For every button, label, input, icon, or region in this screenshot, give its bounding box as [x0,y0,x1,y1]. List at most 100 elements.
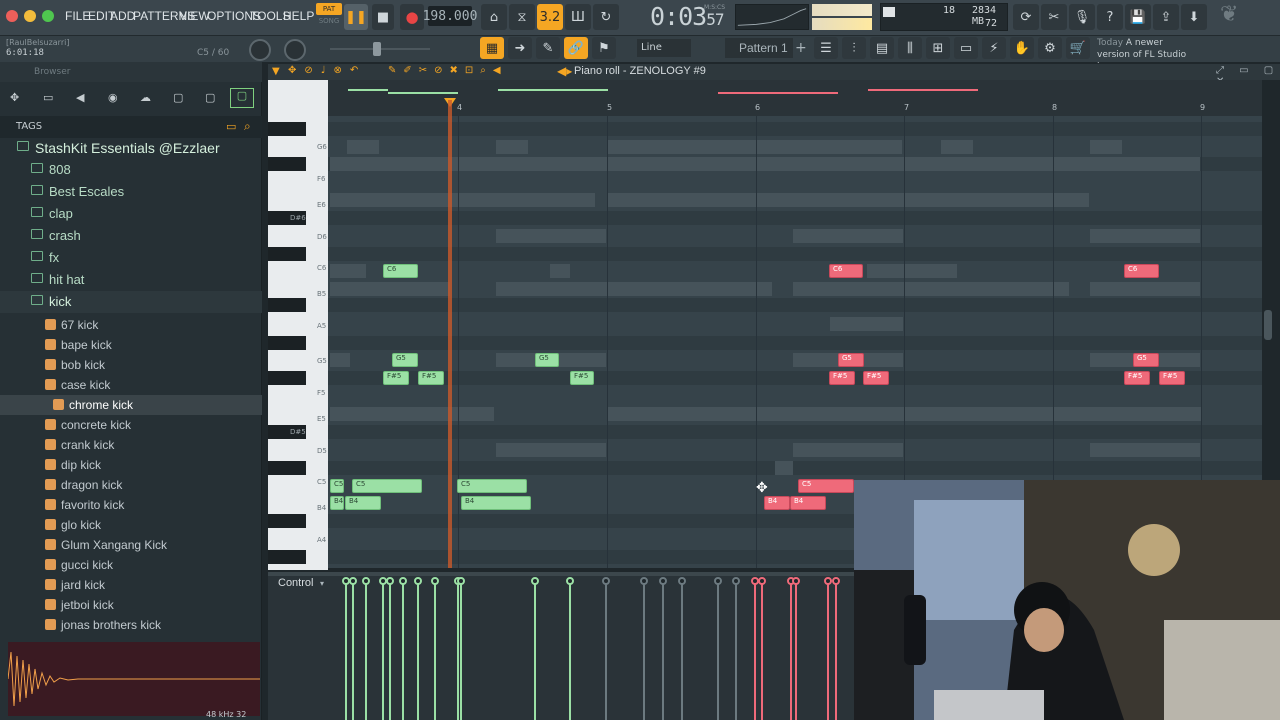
chevron-down-icon[interactable]: ▾ [320,579,324,588]
note[interactable]: B4 [330,496,344,510]
pat-song-toggle[interactable]: PAT SONG [316,3,342,31]
piano-roll-menu-icon[interactable]: ▼ [272,66,280,77]
file-item-selected[interactable]: chrome kick [0,395,262,415]
velocity-stems[interactable] [328,576,854,720]
vertical-scrollbar[interactable] [1264,310,1272,340]
folder-kick[interactable]: kick [0,291,262,313]
globe-icon[interactable]: ◉ [108,91,118,104]
glide-button[interactable]: ✎ [536,37,560,59]
note-selected[interactable]: G5 [1133,353,1159,367]
folder-808[interactable]: 808 [0,159,262,181]
starred-folder-icon[interactable]: ▢ [230,88,254,108]
menu-file[interactable]: FILE [65,9,90,23]
stamp-button[interactable]: ⚑ [592,37,616,59]
black-key[interactable] [268,298,306,312]
arrow-button[interactable]: ➜ [508,37,532,59]
black-key[interactable] [268,122,306,136]
black-key[interactable] [268,461,306,475]
note-selected[interactable]: F#5 [1159,371,1185,385]
target-arrow-icon[interactable]: ◀▸ [557,64,572,78]
file-item[interactable]: glo kick [0,515,262,535]
add-pattern-icon[interactable]: + [795,40,807,56]
note-selected[interactable]: F#5 [1124,371,1150,385]
note[interactable]: C6 [383,264,418,278]
master-volume-knob[interactable] [249,39,271,61]
tools-button[interactable]: ⚙ [1038,37,1062,59]
sample-waveform[interactable] [8,642,260,716]
step-edit-button[interactable]: Ш [565,4,591,30]
metronome-button[interactable]: ⌂ [481,4,507,30]
touch-button[interactable]: ✋ [1010,37,1034,59]
note-selected[interactable]: F#5 [863,371,889,385]
folder-best-escales[interactable]: Best Escales [0,181,262,203]
cloud-icon[interactable]: ☁ [140,91,151,104]
file-item[interactable]: gucci kick [0,555,262,575]
save-button[interactable]: 💾 [1125,4,1151,30]
file-item[interactable]: dragon kick [0,475,262,495]
close-window-button[interactable] [6,10,18,22]
playhead[interactable] [448,100,452,568]
stop-button[interactable]: ■ [372,4,394,30]
master-pitch-knob[interactable] [284,39,306,61]
menu-add[interactable]: ADD [110,9,135,23]
folder-clap[interactable]: clap [0,203,262,225]
playlist-button[interactable]: ☰ [814,37,838,59]
note-selected[interactable]: F#5 [829,371,855,385]
note-selected[interactable]: C6 [1124,264,1159,278]
loop-record-button[interactable]: ↻ [593,4,619,30]
piano-roll-button[interactable]: ▤ [870,37,894,59]
file-item[interactable]: favorito kick [0,495,262,515]
black-key[interactable] [268,157,306,171]
wait-input-button[interactable]: ⧖ [509,4,535,30]
snap-select[interactable]: Line [637,39,691,57]
master-slider-handle[interactable] [373,42,381,56]
link-button[interactable]: 🔗 [564,37,588,59]
black-key[interactable] [268,336,306,350]
shop-button[interactable]: 🛒 [1066,37,1090,59]
menu-view[interactable]: VIEW [179,9,210,23]
note[interactable]: C5 [330,479,344,493]
black-key[interactable] [268,247,306,261]
piano-roll-tools[interactable]: ✥⊘♩⊗↶ [288,65,366,76]
note-selected[interactable]: C5 [798,479,854,493]
help-button[interactable]: ? [1097,4,1123,30]
record-audio-button[interactable]: 🎙 [1069,4,1095,30]
root-folder[interactable]: StashKit Essentials @Ezzlaer [0,137,262,159]
file-item[interactable]: jetboi kick [0,595,262,615]
folder-orange-icon[interactable]: ▭ [226,120,236,133]
note[interactable]: F#5 [418,371,444,385]
timeline-ruler[interactable] [328,80,1262,116]
file-item[interactable]: bob kick [0,355,262,375]
control-label[interactable]: Control [278,577,313,589]
folder-open-icon[interactable]: ▢ [205,91,215,104]
folder-hit-hat[interactable]: hit hat [0,269,262,291]
plugin-button[interactable]: ⚡ [982,37,1006,59]
file-item[interactable]: jonas brothers kick [0,615,262,635]
file-icon[interactable]: ▭ [43,91,53,104]
browser-button[interactable]: ⊞ [926,37,950,59]
note[interactable]: C5 [457,479,527,493]
note-selected[interactable]: C6 [829,264,863,278]
note[interactable]: B4 [461,496,531,510]
mixer-button[interactable]: ⫼ [898,37,922,59]
note[interactable]: F#5 [383,371,409,385]
black-key[interactable] [268,550,306,564]
note-selected[interactable]: G5 [838,353,864,367]
search-icon[interactable]: ⌕ [244,119,251,134]
download-button[interactable]: ⬇ [1181,4,1207,30]
file-item[interactable]: bape kick [0,335,262,355]
record-button[interactable]: ● [400,4,424,30]
folder-crash[interactable]: crash [0,225,262,247]
file-item[interactable]: crank kick [0,435,262,455]
project-button[interactable]: ▭ [954,37,978,59]
file-item[interactable]: 67 kick [0,315,262,335]
countdown-button[interactable]: 3.2 [537,4,563,30]
tempo-display[interactable]: 198.000 [423,6,477,26]
maximize-window-button[interactable] [42,10,54,22]
minimize-window-button[interactable] [24,10,36,22]
black-key[interactable] [268,514,306,528]
note[interactable]: G5 [535,353,559,367]
piano-roll-edit-tools[interactable]: ✎✐✂⊘✖⊡⌕◀ [388,65,508,76]
black-key[interactable] [268,371,306,385]
speaker-icon[interactable]: ◀ [76,91,84,104]
